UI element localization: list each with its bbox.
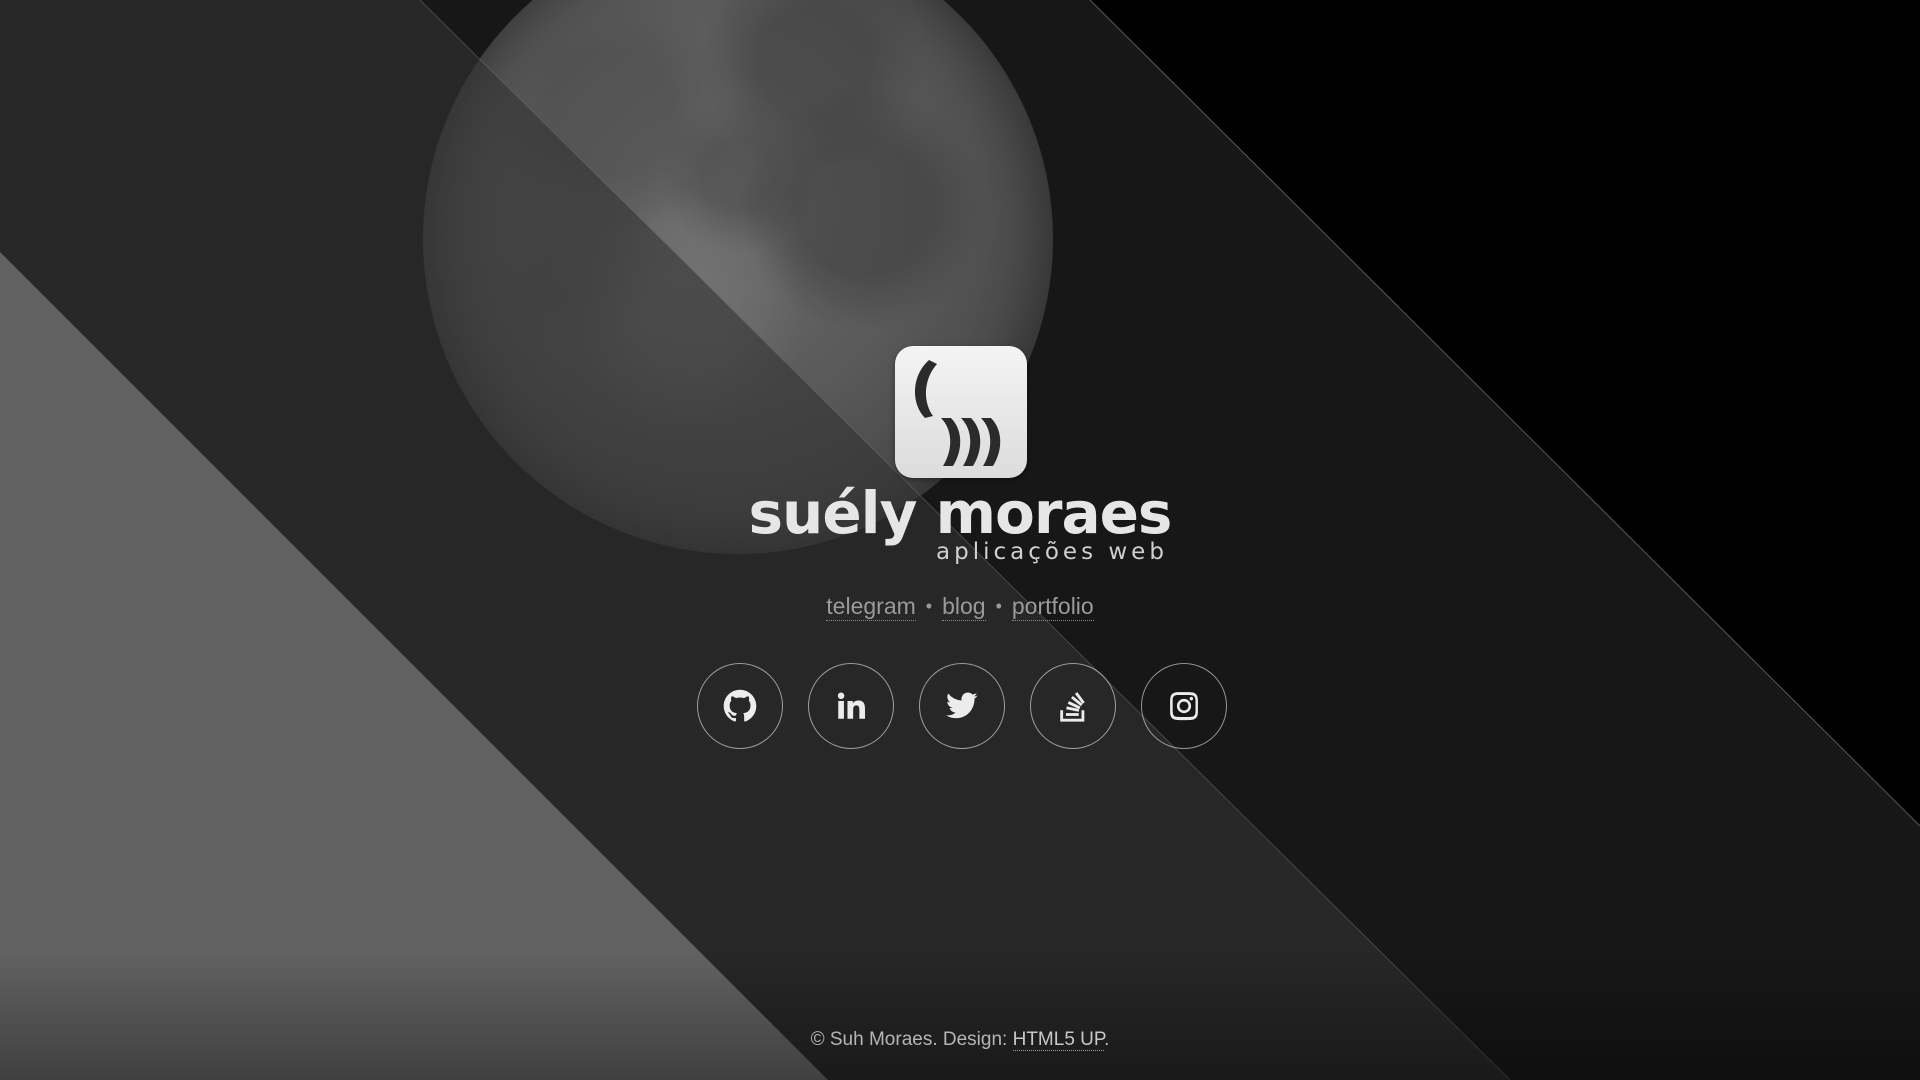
footer-suffix: . [1104,1029,1110,1050]
instagram-button[interactable] [1141,663,1227,749]
github-icon [723,689,757,722]
main-content: suély moraes aplicações web telegram • blo… [0,0,1920,1080]
nav-separator: • [995,596,1002,616]
brand-name: suély moraes [748,479,1173,547]
nav-link-portfolio[interactable]: portfolio [1011,593,1094,621]
instagram-icon [1170,692,1198,721]
github-button[interactable] [697,663,783,749]
social-links [697,663,1227,751]
nav-link-blog[interactable]: blog [942,593,986,621]
footer-design-link[interactable]: HTML5 UP [1012,1029,1105,1051]
footer: © Suh Moraes. Design: HTML5 UP. [0,1026,1920,1054]
linkedin-button[interactable] [808,663,894,749]
nav-separator: • [925,596,933,616]
brand-logo-icon [895,346,1027,478]
stackoverflow-icon [1060,692,1085,722]
stackoverflow-button[interactable] [1030,663,1116,749]
linkedin-icon [837,692,866,719]
twitter-icon [945,692,978,719]
nav-link-telegram[interactable]: telegram [826,593,916,621]
brand-tagline: aplicações web [936,539,1168,565]
twitter-button[interactable] [919,663,1005,749]
footer-copyright: © Suh Moraes. Design: [810,1029,1013,1050]
logo-mark-icon [914,360,1001,466]
page-root: suély moraes aplicações web telegram • blo… [0,0,1920,1080]
main-nav: telegram • blog • portfolio [0,590,1920,622]
